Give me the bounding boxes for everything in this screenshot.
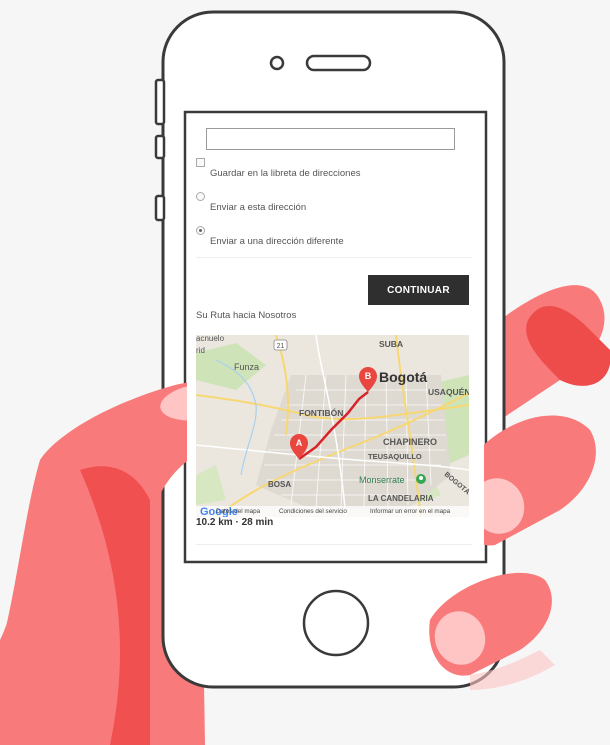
divider-bottom: [196, 544, 472, 545]
route-title: Su Ruta hacia Nosotros: [196, 310, 297, 321]
map-label-suba: SUBA: [379, 339, 403, 349]
marker-a-label: A: [296, 438, 303, 448]
map-label-la-candelaria: LA CANDELARIA: [368, 494, 434, 503]
map-label-funza: Funza: [234, 362, 259, 372]
route-number-label: 21: [277, 343, 285, 350]
map-data-link[interactable]: Datos del mapa: [216, 508, 261, 515]
map-label-fontibon: FONTIBÓN: [299, 407, 343, 418]
address-input[interactable]: [206, 128, 455, 150]
camera-icon: [269, 55, 285, 71]
map-label-rid: rid: [196, 346, 205, 355]
ship-this-address-radio[interactable]: [196, 192, 205, 201]
ship-this-address-label: Enviar a esta dirección: [210, 202, 307, 213]
map-label-bosa: BOSA: [268, 480, 291, 489]
map-terms-link[interactable]: Condiciones del servicio: [279, 508, 347, 515]
route-summary: 10.2 km · 28 min: [196, 517, 274, 528]
map-label-usaquen: USAQUÉN: [428, 387, 469, 397]
home-button[interactable]: [302, 589, 370, 657]
continue-button[interactable]: CONTINUAR: [368, 275, 469, 305]
divider: [196, 257, 472, 258]
speaker-grille: [305, 54, 372, 72]
phone-screen: Guardar en la libreta de direcciones Env…: [187, 114, 484, 560]
marker-b-label: B: [365, 371, 372, 381]
map-label-acnuelo: acnuelo: [196, 335, 225, 343]
map-label-monserrate: Monserrate: [359, 475, 405, 485]
map-report-link[interactable]: Informar un error en el mapa: [370, 508, 451, 515]
ship-different-address-radio[interactable]: [196, 226, 205, 235]
map-label-chapinero: CHAPINERO: [383, 437, 437, 447]
route-map[interactable]: 21 acnuelo rid SUBA Bogotá USAQUÉN Funza…: [196, 335, 469, 517]
ship-different-address-label: Enviar a una dirección diferente: [210, 236, 344, 247]
save-address-label: Guardar en la libreta de direcciones: [210, 168, 361, 179]
save-address-checkbox[interactable]: [196, 158, 205, 167]
map-label-bogota: Bogotá: [379, 369, 427, 385]
map-label-teusaquillo: TEUSAQUILLO: [368, 452, 422, 461]
